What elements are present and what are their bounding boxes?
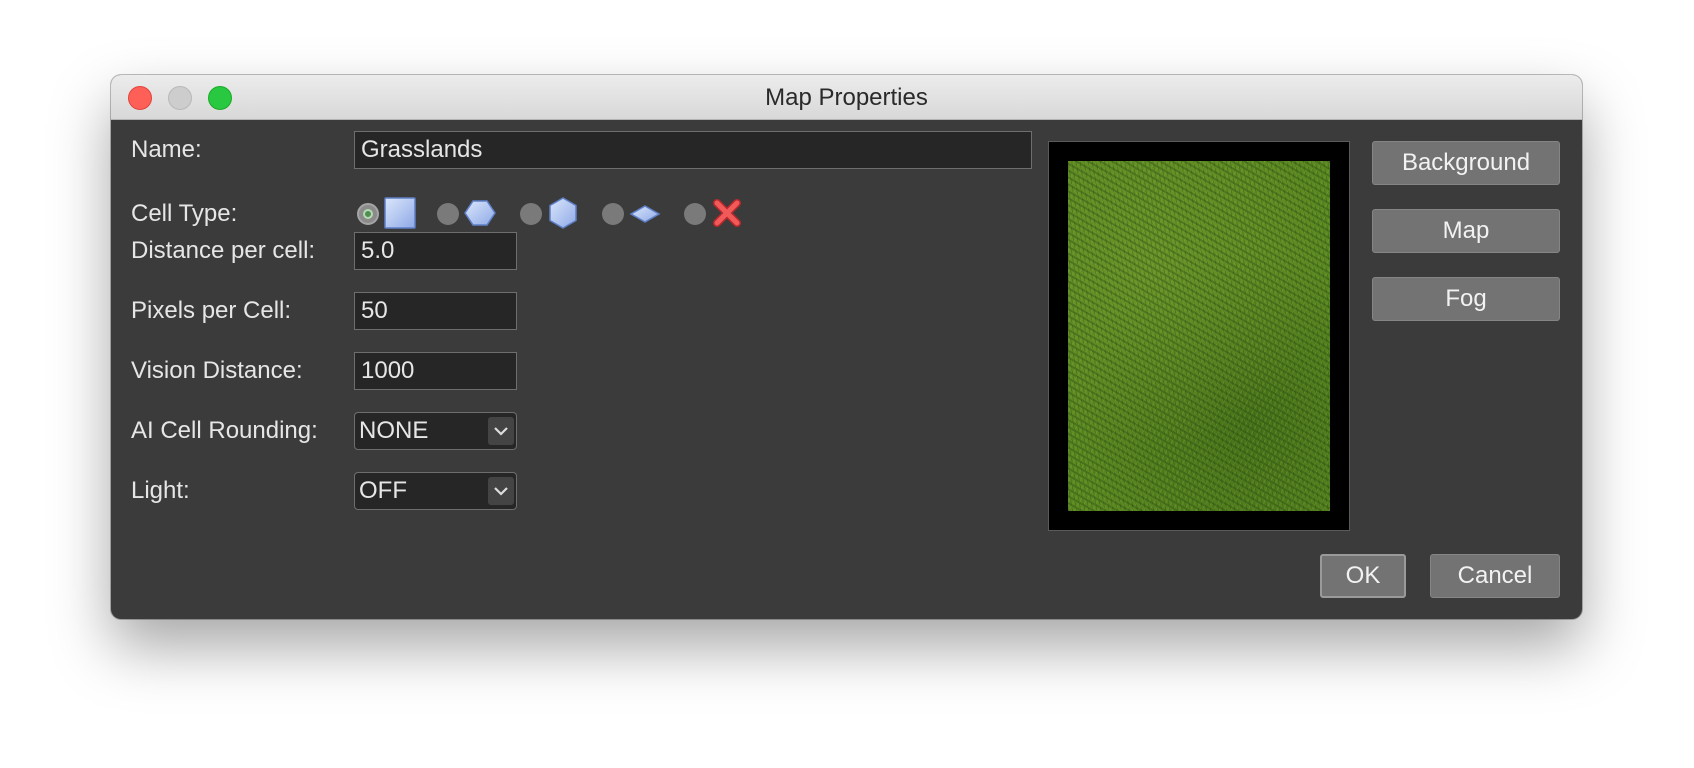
cell-type-hex-horizontal-radio[interactable]	[437, 203, 459, 225]
light-label: Light:	[131, 477, 190, 504]
ai-cell-rounding-label: AI Cell Rounding:	[131, 417, 318, 444]
light-select[interactable]: OFF	[354, 472, 517, 510]
window-title: Map Properties	[765, 84, 928, 111]
ok-button[interactable]: OK	[1320, 554, 1406, 598]
grass-texture-image	[1068, 161, 1330, 511]
distance-per-cell-value: 5.0	[361, 237, 395, 264]
light-value: OFF	[359, 477, 407, 504]
map-properties-dialog: Map Properties Name: Grasslands Cell Typ…	[111, 75, 1582, 619]
name-field[interactable]: Grasslands	[354, 131, 1032, 169]
ai-cell-rounding-value: NONE	[359, 417, 429, 444]
fog-button[interactable]: Fog	[1372, 277, 1560, 321]
no-grid-icon[interactable]	[710, 196, 744, 230]
square-grid-icon[interactable]	[383, 196, 417, 230]
chevron-down-icon[interactable]	[488, 417, 514, 445]
pixels-per-cell-value: 50	[361, 297, 388, 324]
vision-distance-label: Vision Distance:	[131, 357, 303, 384]
chevron-down-icon[interactable]	[488, 477, 514, 505]
cell-type-isometric-radio[interactable]	[602, 203, 624, 225]
cell-type-none-radio[interactable]	[684, 203, 706, 225]
map-preview	[1048, 141, 1350, 531]
pixels-per-cell-label: Pixels per Cell:	[131, 297, 292, 324]
distance-per-cell-field[interactable]: 5.0	[354, 232, 517, 270]
hex-horizontal-icon[interactable]	[463, 196, 497, 230]
title-bar[interactable]: Map Properties	[111, 75, 1582, 120]
background-button[interactable]: Background	[1372, 141, 1560, 185]
name-label: Name:	[131, 136, 202, 163]
cell-type-square-radio[interactable]	[357, 203, 379, 225]
vision-distance-value: 1000	[361, 357, 415, 384]
distance-per-cell-label: Distance per cell:	[131, 237, 316, 264]
cancel-button[interactable]: Cancel	[1430, 554, 1560, 598]
cell-type-hex-vertical-radio[interactable]	[520, 203, 542, 225]
desktop-background: Map Properties Name: Grasslands Cell Typ…	[0, 0, 1694, 768]
name-field-value: Grasslands	[361, 136, 483, 163]
vision-distance-field[interactable]: 1000	[354, 352, 517, 390]
map-button[interactable]: Map	[1372, 209, 1560, 253]
cell-type-label: Cell Type:	[131, 200, 238, 227]
ai-cell-rounding-select[interactable]: NONE	[354, 412, 517, 450]
pixels-per-cell-field[interactable]: 50	[354, 292, 517, 330]
hex-vertical-icon[interactable]	[546, 196, 580, 230]
isometric-icon[interactable]	[628, 196, 662, 230]
